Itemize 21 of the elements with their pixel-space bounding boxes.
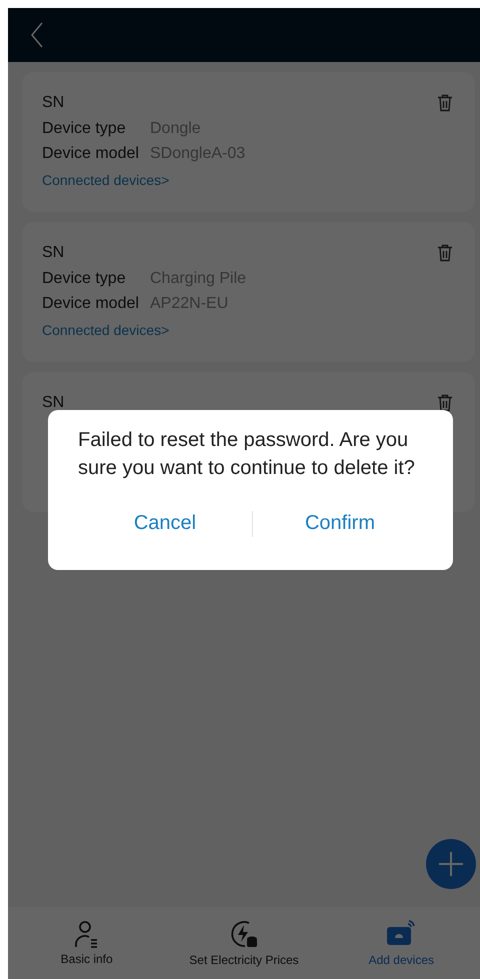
dialog-message: Failed to reset the password. Are you sure you want to continue to delete it? [78, 428, 416, 481]
connected-devices-link[interactable]: Connected devices> [42, 172, 170, 188]
sn-label: SN [42, 394, 64, 412]
sn-label: SN [42, 94, 64, 112]
nav-tab[interactable]: Set Electricity Prices [168, 919, 319, 967]
plus-icon [438, 851, 464, 877]
field-label: Device type [42, 270, 127, 288]
field-label: Device model [42, 144, 140, 162]
field-label: Device type [42, 120, 127, 138]
back-icon[interactable] [30, 22, 44, 48]
connected-devices-link[interactable]: Connected devices> [42, 322, 170, 338]
dialog-button[interactable]: Confirm [253, 506, 427, 541]
nav-tab[interactable]: Add devices [326, 919, 476, 967]
nav-tab[interactable]: Basic info [12, 920, 162, 966]
sn-label: SN [42, 244, 64, 262]
person-list-icon [74, 920, 100, 948]
trash-icon[interactable] [437, 394, 453, 412]
lightning-coins-icon [228, 919, 259, 949]
add-button[interactable] [426, 839, 476, 889]
field-label: Device model [42, 294, 140, 312]
dialog-button[interactable]: Cancel [78, 506, 252, 541]
